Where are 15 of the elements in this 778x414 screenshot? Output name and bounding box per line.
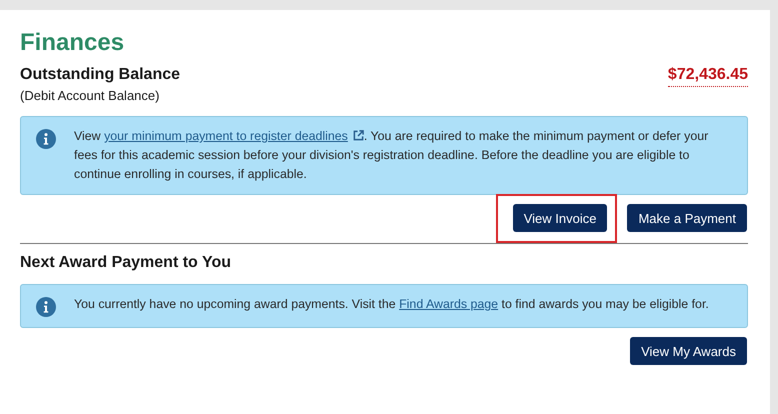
section-heading: Next Award Payment to You <box>20 253 232 273</box>
balance-amount: $72,436.45 <box>668 66 748 87</box>
notice-link[interactable]: your minimum payment to register deadlines <box>104 129 364 143</box>
page-title: Finances <box>20 28 126 58</box>
action-button[interactable]: View Invoice <box>512 204 608 232</box>
balance-sublabel: (Debit Account Balance) <box>20 87 160 105</box>
notice-text: You currently have no upcoming award payments. Visit the Find Awards page to find awards you may be eligible for. <box>74 296 709 313</box>
balance-label: Outstanding Balance <box>20 65 180 85</box>
notice-text: View your minimum payment to register deadlines . You are required to make the minimum payment or defer your fees for this academic session before your division's registration deadline. Before the deadline you are eligible to continue enrolling in courses, if applicable. <box>74 128 710 183</box>
external-link-icon <box>352 130 364 141</box>
notice-link[interactable]: Find Awards page <box>399 297 498 311</box>
info-icon <box>36 297 56 317</box>
action-button[interactable]: View My Awards <box>630 337 747 365</box>
info-icon <box>36 129 56 149</box>
action-button[interactable]: Make a Payment <box>627 204 747 232</box>
